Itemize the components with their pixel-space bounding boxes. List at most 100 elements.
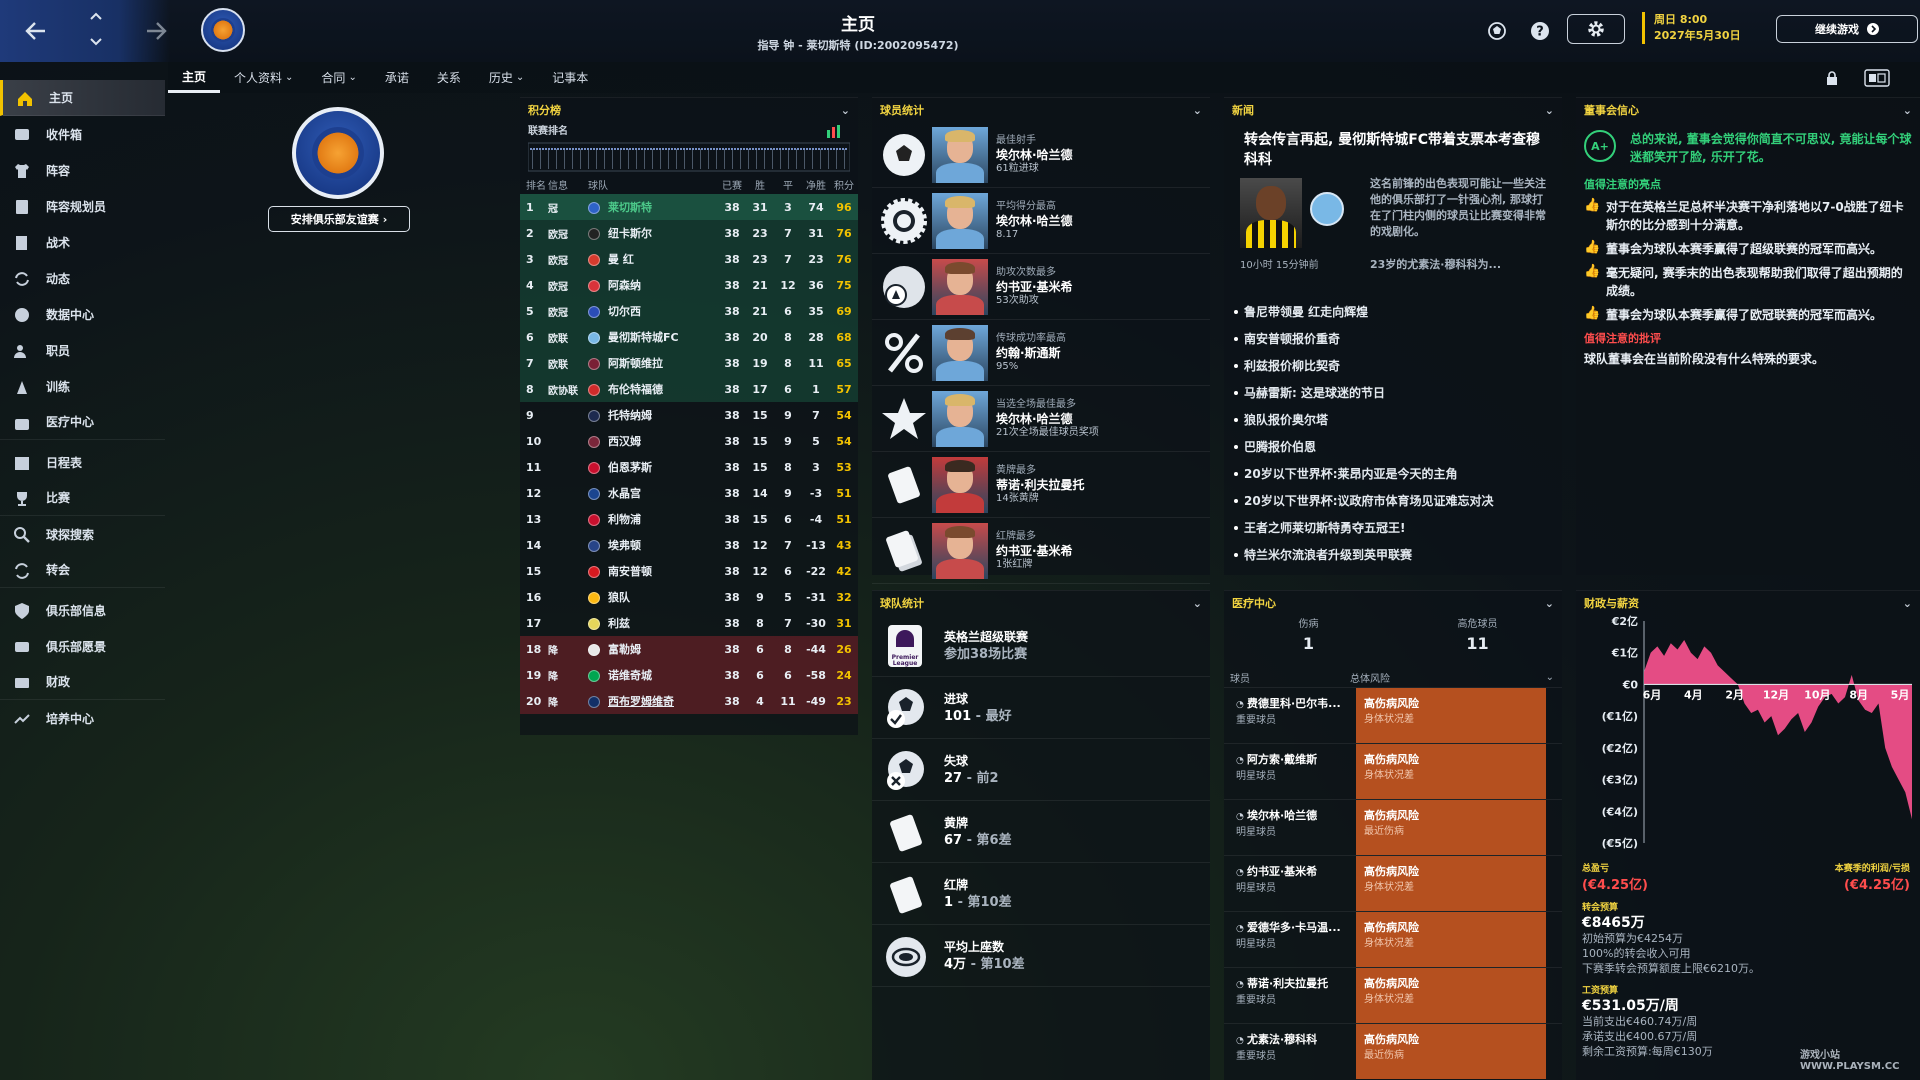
- standings-title[interactable]: 积分榜: [528, 102, 561, 118]
- panel-collapse-icon[interactable]: ⌄: [1545, 597, 1554, 610]
- sidebar-item-6[interactable]: 数据中心: [0, 296, 165, 332]
- panel-collapse-icon[interactable]: ⌄: [1193, 597, 1202, 610]
- tab-2[interactable]: 合同 ⌄: [307, 62, 370, 93]
- player-stat-name[interactable]: 约书亚·基米希: [996, 544, 1073, 558]
- board-title[interactable]: 董事会信心: [1584, 102, 1639, 118]
- sidebar-item-7[interactable]: 职员: [0, 332, 165, 368]
- news-item[interactable]: 利兹报价柳比契奇: [1234, 352, 1562, 379]
- tab-0[interactable]: 主页: [168, 62, 221, 93]
- sidebar-item-15[interactable]: 俱乐部愿景: [0, 628, 165, 664]
- news-item[interactable]: 马赫雷斯: 这是球迷的节日: [1234, 379, 1562, 406]
- sidebar-item-13[interactable]: 转会: [0, 552, 165, 588]
- sidebar-item-2[interactable]: 阵容: [0, 152, 165, 188]
- player-stat-name[interactable]: 约翰·斯通斯: [996, 346, 1066, 360]
- standings-team-cell[interactable]: 伯恩茅斯: [588, 454, 718, 480]
- standings-team-cell[interactable]: 埃弗顿: [588, 532, 718, 558]
- standings-team-cell[interactable]: 纽卡斯尔: [588, 220, 718, 246]
- medical-player-name[interactable]: 埃尔林·哈兰德: [1247, 809, 1317, 822]
- standings-col-header[interactable]: 平: [774, 174, 802, 194]
- sidebar-item-4[interactable]: 战术: [0, 224, 165, 260]
- sidebar-item-3[interactable]: 阵容规划员: [0, 188, 165, 224]
- standings-row[interactable]: 11 伯恩茅斯 38 15 8 3 53: [520, 454, 858, 480]
- medical-header[interactable]: 医疗中心 ⌄: [1224, 591, 1562, 615]
- team-stats-header[interactable]: 球队统计 ⌄: [872, 591, 1210, 615]
- standings-col-header[interactable]: 积分: [830, 174, 858, 194]
- news-item[interactable]: 20岁以下世界杯:议政府市体育场见证难忘对决: [1234, 487, 1562, 514]
- news-headline[interactable]: 转会传言再起, 曼彻斯特城FC带着支票本考查穆科科: [1224, 122, 1562, 170]
- standings-row[interactable]: 16 狼队 38 9 5 -31 32: [520, 584, 858, 610]
- player-stat-row[interactable]: 红牌最多 约书亚·基米希 1张红牌: [872, 518, 1210, 584]
- standings-row[interactable]: 5 欧冠 切尔西 38 21 6 35 69: [520, 298, 858, 324]
- layout-toggle-icon[interactable]: [1864, 68, 1890, 88]
- sidebar-item-17[interactable]: 培养中心: [0, 700, 165, 736]
- sidebar-item-16[interactable]: 财政: [0, 664, 165, 700]
- medical-player-name[interactable]: 爱德华多·卡马温...: [1247, 921, 1341, 934]
- tab-4[interactable]: 关系: [423, 62, 475, 93]
- panel-collapse-icon[interactable]: ⌄: [1903, 597, 1912, 610]
- standings-col-header[interactable]: 已赛: [718, 174, 746, 194]
- news-item[interactable]: 巴腾报价伯恩: [1234, 433, 1562, 460]
- medical-title[interactable]: 医疗中心: [1232, 595, 1276, 611]
- panel-collapse-icon[interactable]: ⌄: [841, 104, 850, 117]
- standings-row[interactable]: 15 南安普顿 38 12 6 -22 42: [520, 558, 858, 584]
- standings-team-cell[interactable]: 曼 红: [588, 246, 718, 272]
- team-stat-row[interactable]: 失球 27 - 前2: [872, 739, 1210, 801]
- team-stat-row[interactable]: 进球 101 - 最好: [872, 677, 1210, 739]
- panel-collapse-icon[interactable]: ⌄: [1193, 104, 1202, 117]
- player-stat-name[interactable]: 蒂诺·利夫拉曼托: [996, 478, 1085, 492]
- sidebar-item-9[interactable]: 医疗中心: [0, 404, 165, 440]
- player-stats-header[interactable]: 球员统计 ⌄: [872, 98, 1210, 122]
- board-header[interactable]: 董事会信心 ⌄: [1576, 98, 1920, 122]
- sidebar-item-10[interactable]: 日程表: [0, 444, 165, 480]
- standings-col-header[interactable]: 排名: [520, 174, 548, 194]
- standings-row[interactable]: 7 欧联 阿斯顿维拉 38 19 8 11 65: [520, 350, 858, 376]
- arrange-friendly-button[interactable]: 安排俱乐部友谊赛 ›: [268, 206, 410, 232]
- standings-team-cell[interactable]: 莱切斯特: [588, 194, 718, 220]
- player-stat-row[interactable]: 平均得分最高 埃尔林·哈兰德 8.17: [872, 188, 1210, 254]
- finance-title[interactable]: 财政与薪资: [1584, 595, 1639, 611]
- tab-3[interactable]: 承诺: [371, 62, 423, 93]
- standings-row[interactable]: 18 降 富勒姆 38 6 8 -44 26: [520, 636, 858, 662]
- help-icon[interactable]: ?: [1527, 18, 1553, 44]
- sidebar-item-14[interactable]: 俱乐部信息: [0, 592, 165, 628]
- player-stat-name[interactable]: 埃尔林·哈兰德: [996, 214, 1073, 228]
- team-stat-row[interactable]: 平均上座数 4万 - 第10差: [872, 925, 1210, 987]
- standings-team-cell[interactable]: 西布罗姆维奇: [588, 688, 718, 714]
- news-item[interactable]: 20岁以下世界杯:莱昂内亚是今天的主角: [1234, 460, 1562, 487]
- col-player[interactable]: 球员: [1230, 670, 1350, 685]
- standings-row[interactable]: 4 欧冠 阿森纳 38 21 12 36 75: [520, 272, 858, 298]
- standings-team-cell[interactable]: 西汉姆: [588, 428, 718, 454]
- standings-col-header[interactable]: 信息: [548, 174, 588, 194]
- standings-team-cell[interactable]: 利兹: [588, 610, 718, 636]
- standings-row[interactable]: 13 利物浦 38 15 6 -4 51: [520, 506, 858, 532]
- standings-row[interactable]: 10 西汉姆 38 15 9 5 54: [520, 428, 858, 454]
- team-stat-row[interactable]: 红牌 1 - 第10差: [872, 863, 1210, 925]
- continue-game-button[interactable]: 继续游戏: [1776, 15, 1918, 43]
- standings-team-cell[interactable]: 狼队: [588, 584, 718, 610]
- finance-header[interactable]: 财政与薪资 ⌄: [1576, 591, 1920, 615]
- standings-team-cell[interactable]: 布伦特福德: [588, 376, 718, 402]
- player-stat-row[interactable]: 助攻次数最多 约书亚·基米希 53次助攻: [872, 254, 1210, 320]
- medical-row[interactable]: ◔ 爱德华多·卡马温... 明星球员 高伤病风险 身体状况差: [1224, 911, 1562, 967]
- standings-row[interactable]: 17 利兹 38 8 7 -30 31: [520, 610, 858, 636]
- standings-col-header[interactable]: 净胜: [802, 174, 830, 194]
- medical-player-name[interactable]: 费德里科·巴尔韦...: [1247, 697, 1341, 710]
- player-stat-row[interactable]: 黄牌最多 蒂诺·利夫拉曼托 14张黄牌: [872, 452, 1210, 518]
- standings-team-cell[interactable]: 南安普顿: [588, 558, 718, 584]
- standings-row[interactable]: 1 冠 莱切斯特 38 31 3 74 96: [520, 194, 858, 220]
- sidebar-item-0[interactable]: 主页: [0, 80, 165, 116]
- standings-row[interactable]: 2 欧冠 纽卡斯尔 38 23 7 31 76: [520, 220, 858, 246]
- standings-row[interactable]: 6 欧联 曼彻斯特城FC 38 20 8 28 68: [520, 324, 858, 350]
- medical-row[interactable]: ◔ 阿方索·戴维斯 明星球员 高伤病风险 身体状况差: [1224, 743, 1562, 799]
- medical-player-name[interactable]: 蒂诺·利夫拉曼托: [1247, 977, 1328, 990]
- medical-row[interactable]: ◔ 埃尔林·哈兰德 明星球员 高伤病风险 最近伤病: [1224, 799, 1562, 855]
- standings-row[interactable]: 19 降诺维奇城 38 6 6 -58 24: [520, 662, 858, 688]
- player-stat-name[interactable]: 埃尔林·哈兰德: [996, 148, 1073, 162]
- news-item[interactable]: 王者之师莱切斯特勇夺五冠王!: [1234, 514, 1562, 541]
- standings-team-cell[interactable]: 托特纳姆: [588, 402, 718, 428]
- standings-row[interactable]: 9 托特纳姆 38 15 9 7 54: [520, 402, 858, 428]
- standings-col-header[interactable]: 胜: [746, 174, 774, 194]
- team-stat-row[interactable]: Premier League 英格兰超级联赛 参加38场比赛: [872, 615, 1210, 677]
- team-stats-title[interactable]: 球队统计: [880, 595, 924, 611]
- medical-row[interactable]: ◔ 蒂诺·利夫拉曼托 重要球员 高伤病风险 身体状况差: [1224, 967, 1562, 1023]
